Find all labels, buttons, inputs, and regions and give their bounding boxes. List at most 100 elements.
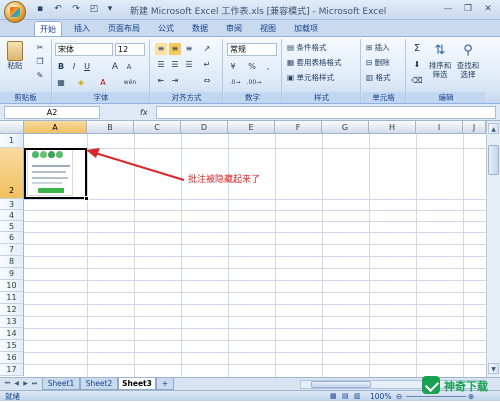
underline-button[interactable]: U xyxy=(81,61,93,73)
sheet-tab-1[interactable]: Sheet1 xyxy=(42,378,80,390)
find-select-button[interactable]: ⚲ 查找和 选择 xyxy=(455,41,481,79)
tab-formulas[interactable]: 公式 xyxy=(152,21,180,36)
orientation-icon[interactable]: ↗ xyxy=(201,43,213,55)
increase-indent-icon[interactable]: ⇥ xyxy=(169,75,181,87)
minimize-button[interactable]: — xyxy=(438,2,458,16)
tab-page-layout[interactable]: 页面布局 xyxy=(104,21,144,36)
format-cells-button[interactable]: ▥ 格式 xyxy=(366,73,390,83)
shrink-font-button[interactable]: A xyxy=(123,61,135,73)
save-icon[interactable]: ▪ xyxy=(34,4,46,15)
insert-sheet-icon[interactable]: + xyxy=(156,378,174,390)
align-bottom-icon[interactable]: ≡ xyxy=(183,43,195,55)
page-break-view-icon[interactable]: ▥ xyxy=(354,391,361,402)
column-header[interactable]: B xyxy=(87,121,134,134)
format-painter-icon[interactable]: ✎ xyxy=(34,70,46,82)
bold-button[interactable]: B xyxy=(55,61,67,73)
page-layout-view-icon[interactable]: ▤ xyxy=(342,391,349,402)
tab-data[interactable]: 数据 xyxy=(186,21,214,36)
close-button[interactable]: ✕ xyxy=(478,2,498,16)
sheet-tab-3[interactable]: Sheet3 xyxy=(118,378,156,390)
tab-view[interactable]: 视图 xyxy=(254,21,282,36)
tab-home[interactable]: 开始 xyxy=(34,21,62,36)
print-preview-icon[interactable]: ◰ xyxy=(88,4,100,15)
hscroll-thumb[interactable] xyxy=(311,381,371,388)
row-header[interactable]: 11 xyxy=(0,292,24,304)
column-header[interactable]: D xyxy=(181,121,228,134)
number-format-select[interactable]: 常规 xyxy=(227,43,277,56)
align-middle-icon[interactable]: ≡ xyxy=(169,43,181,55)
scroll-down-icon[interactable]: ▼ xyxy=(488,363,499,374)
font-size-select[interactable]: 12 xyxy=(115,43,145,56)
first-sheet-icon[interactable]: ⏮ xyxy=(3,379,12,389)
column-header[interactable]: E xyxy=(228,121,275,134)
selected-cell-a2[interactable] xyxy=(24,148,87,199)
increase-decimal-icon[interactable]: .0→ xyxy=(227,77,243,89)
row-header[interactable]: 15 xyxy=(0,340,24,352)
align-right-icon[interactable]: ☰ xyxy=(183,59,195,71)
font-name-select[interactable]: 宋体 xyxy=(55,43,113,56)
row-header[interactable]: 3 xyxy=(0,199,24,210)
restore-button[interactable]: ❐ xyxy=(458,2,478,16)
sheet-tab-2[interactable]: Sheet2 xyxy=(80,378,118,390)
row-header[interactable]: 14 xyxy=(0,328,24,340)
row-header[interactable]: 4 xyxy=(0,210,24,221)
normal-view-icon[interactable]: ▦ xyxy=(330,391,337,402)
row-header[interactable]: 6 xyxy=(0,232,24,244)
zoom-level[interactable]: 100% xyxy=(370,391,391,402)
insert-cells-button[interactable]: ⊞ 插入 xyxy=(366,43,390,53)
select-all-corner[interactable] xyxy=(0,121,24,134)
format-table-button[interactable]: ▦ 套用表格格式 xyxy=(287,58,341,68)
office-button[interactable] xyxy=(4,1,26,23)
name-box[interactable]: A2 xyxy=(4,106,100,119)
next-sheet-icon[interactable]: ▶ xyxy=(21,379,30,389)
fx-icon[interactable]: fx xyxy=(140,106,154,119)
row-header[interactable]: 1 xyxy=(0,134,24,148)
decrease-indent-icon[interactable]: ⇤ xyxy=(155,75,167,87)
align-center-icon[interactable]: ☰ xyxy=(169,59,181,71)
column-header[interactable]: H xyxy=(369,121,416,134)
column-header[interactable]: A xyxy=(24,121,87,134)
fill-handle[interactable] xyxy=(84,196,89,201)
vertical-scrollbar[interactable]: ▲ ▼ xyxy=(486,121,500,377)
column-header[interactable]: C xyxy=(134,121,181,134)
delete-cells-button[interactable]: ⊟ 删除 xyxy=(366,58,390,68)
italic-button[interactable]: I xyxy=(68,61,80,73)
align-left-icon[interactable]: ☰ xyxy=(155,59,167,71)
borders-icon[interactable]: ▦ xyxy=(55,77,67,89)
grow-font-button[interactable]: A xyxy=(109,61,121,73)
autosum-button[interactable]: Σ xyxy=(411,43,423,55)
row-header[interactable]: 13 xyxy=(0,316,24,328)
customize-qat-icon[interactable]: ▾ xyxy=(104,4,116,15)
row-header[interactable]: 17 xyxy=(0,364,24,376)
redo-icon[interactable]: ↷ xyxy=(70,4,82,15)
row-header[interactable]: 9 xyxy=(0,268,24,280)
tab-insert[interactable]: 插入 xyxy=(68,21,96,36)
row-header[interactable]: 12 xyxy=(0,304,24,316)
comma-button[interactable]: , xyxy=(262,61,274,73)
row-header[interactable]: 8 xyxy=(0,256,24,268)
clear-icon[interactable]: ⌫ xyxy=(411,75,423,87)
zoom-slider[interactable] xyxy=(406,396,466,397)
tab-review[interactable]: 审阅 xyxy=(220,21,248,36)
column-header[interactable]: J xyxy=(463,121,486,134)
prev-sheet-icon[interactable]: ◀ xyxy=(12,379,21,389)
last-sheet-icon[interactable]: ⏭ xyxy=(30,379,39,389)
fill-color-icon[interactable]: ◈ xyxy=(75,77,87,89)
decrease-decimal-icon[interactable]: .00→ xyxy=(246,77,262,89)
row-header[interactable]: 5 xyxy=(0,221,24,232)
formula-input[interactable] xyxy=(156,106,496,119)
align-top-icon[interactable]: ≡ xyxy=(155,43,167,55)
scroll-thumb[interactable] xyxy=(488,145,499,175)
row-header[interactable]: 2 xyxy=(0,148,24,199)
conditional-format-button[interactable]: ▤ 条件格式 xyxy=(287,43,326,53)
percent-button[interactable]: % xyxy=(246,61,258,73)
phonetic-button[interactable]: wén xyxy=(119,77,141,89)
column-header[interactable]: G xyxy=(322,121,369,134)
column-header[interactable]: I xyxy=(416,121,463,134)
font-color-button[interactable]: A xyxy=(97,77,109,89)
row-header[interactable]: 10 xyxy=(0,280,24,292)
scroll-up-icon[interactable]: ▲ xyxy=(488,123,499,134)
zoom-out-icon[interactable]: ⊖ xyxy=(396,391,402,402)
sort-filter-button[interactable]: ⇅ 排序和 筛选 xyxy=(427,41,453,79)
undo-icon[interactable]: ↶ xyxy=(52,4,64,15)
